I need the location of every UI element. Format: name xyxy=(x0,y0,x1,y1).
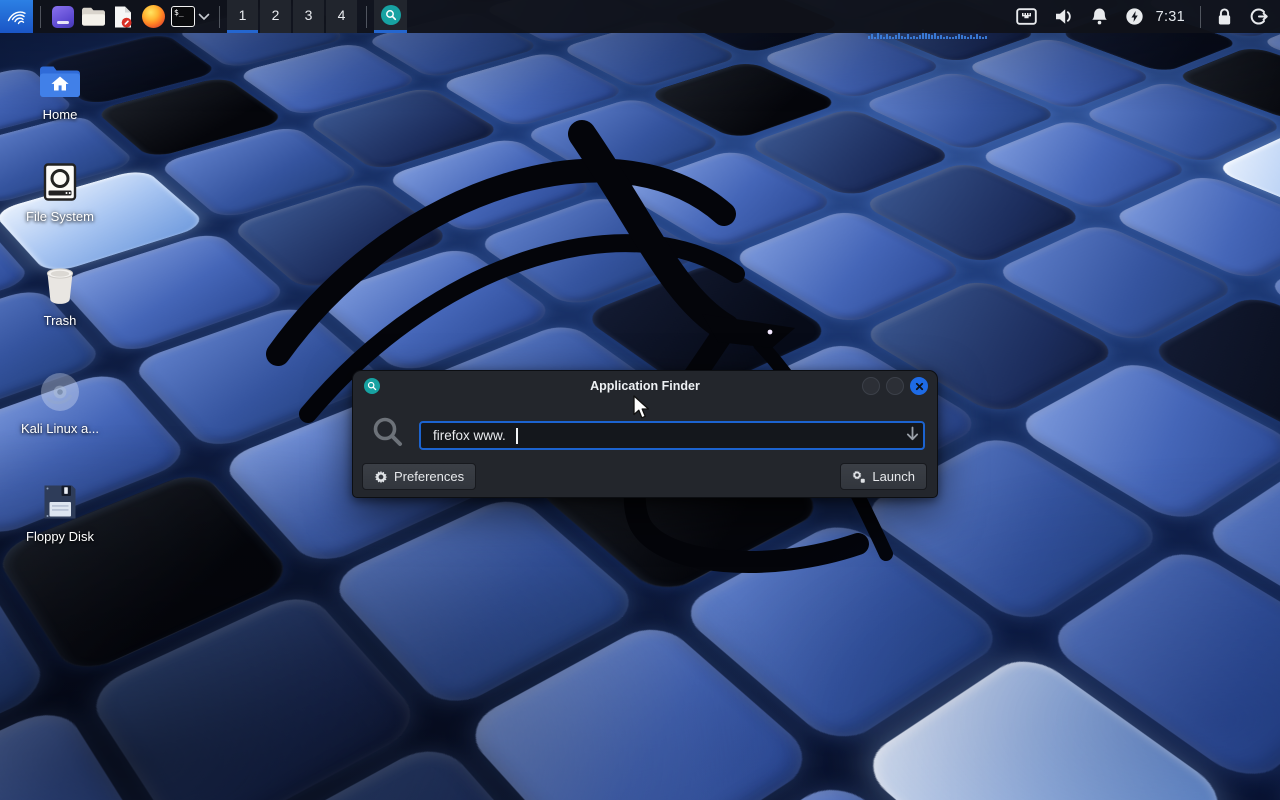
desktop-icon-label: Floppy Disk xyxy=(26,529,94,544)
desktop-icon-floppy-disk[interactable]: Floppy Disk xyxy=(24,478,96,544)
application-finder-button[interactable] xyxy=(374,0,407,33)
disc-icon xyxy=(38,370,82,414)
window-titlebar[interactable]: Application Finder xyxy=(353,371,937,401)
logout-icon[interactable] xyxy=(1249,7,1268,26)
floppy-icon xyxy=(40,478,80,522)
app-grid-icon xyxy=(52,6,74,28)
workspace-3-button[interactable]: 3 xyxy=(293,0,324,33)
desktop-icon-label: Trash xyxy=(44,313,77,328)
panel-separator xyxy=(1200,6,1201,28)
launcher-text-editor[interactable] xyxy=(108,0,138,33)
desktop-icon-home[interactable]: Home xyxy=(24,56,96,122)
desktop-icon-kali-linux[interactable]: Kali Linux a... xyxy=(24,370,96,436)
launcher-app-menu[interactable] xyxy=(48,0,78,33)
top-panel: $_ 1 2 3 4 xyxy=(0,0,1280,33)
launch-button[interactable]: Launch xyxy=(840,463,927,490)
folder-icon xyxy=(81,6,106,27)
maximize-button[interactable] xyxy=(886,377,904,395)
panel-separator xyxy=(219,6,220,28)
appfinder-window-icon xyxy=(364,378,380,394)
text-caret xyxy=(516,428,518,444)
preferences-button-label: Preferences xyxy=(394,469,464,484)
desktop-icon-label: File System xyxy=(26,209,94,224)
launch-button-label: Launch xyxy=(872,469,915,484)
launcher-file-manager[interactable] xyxy=(78,0,108,33)
close-button[interactable] xyxy=(910,377,928,395)
firefox-icon xyxy=(142,5,165,28)
notifications-icon[interactable] xyxy=(1090,7,1109,26)
kali-menu-button[interactable] xyxy=(0,0,33,33)
panel-separator xyxy=(40,6,41,28)
trash-icon xyxy=(40,262,80,306)
power-manager-icon[interactable] xyxy=(1125,7,1144,26)
home-folder-icon xyxy=(38,56,82,100)
panel-separator xyxy=(366,6,367,28)
window-title: Application Finder xyxy=(590,379,700,393)
lock-icon[interactable] xyxy=(1216,7,1233,27)
launcher-web-browser[interactable] xyxy=(138,0,168,33)
minimize-button[interactable] xyxy=(862,377,880,395)
desktop-icon-label: Home xyxy=(43,107,78,122)
harddrive-icon xyxy=(40,158,80,202)
preferences-button[interactable]: Preferences xyxy=(362,463,476,490)
launcher-terminal[interactable]: $_ xyxy=(168,0,198,33)
terminal-dropdown-chevron-icon[interactable] xyxy=(198,13,210,21)
document-icon xyxy=(113,5,133,29)
terminal-icon: $_ xyxy=(171,6,195,27)
kali-menu-icon xyxy=(5,5,29,29)
desktop-icon-label: Kali Linux a... xyxy=(21,421,99,436)
application-finder-window: Application Finder Preferences xyxy=(352,370,938,498)
desktop-icon-trash[interactable]: Trash xyxy=(24,262,96,328)
desktop-icon-file-system[interactable]: File System xyxy=(24,158,96,224)
search-icon xyxy=(381,5,401,25)
launch-gear-icon xyxy=(852,470,866,484)
system-tray: 7:31 xyxy=(1008,6,1280,28)
search-magnifier-icon xyxy=(371,415,405,454)
workspace-4-button[interactable]: 4 xyxy=(326,0,357,33)
workspace-2-button[interactable]: 2 xyxy=(260,0,291,33)
application-search-input[interactable] xyxy=(419,421,925,450)
history-dropdown-arrow-icon[interactable] xyxy=(905,426,920,447)
gear-icon xyxy=(374,470,388,484)
network-icon[interactable] xyxy=(1016,8,1037,25)
volume-icon[interactable] xyxy=(1053,7,1074,26)
workspace-1-button[interactable]: 1 xyxy=(227,0,258,33)
clock[interactable]: 7:31 xyxy=(1156,9,1185,25)
